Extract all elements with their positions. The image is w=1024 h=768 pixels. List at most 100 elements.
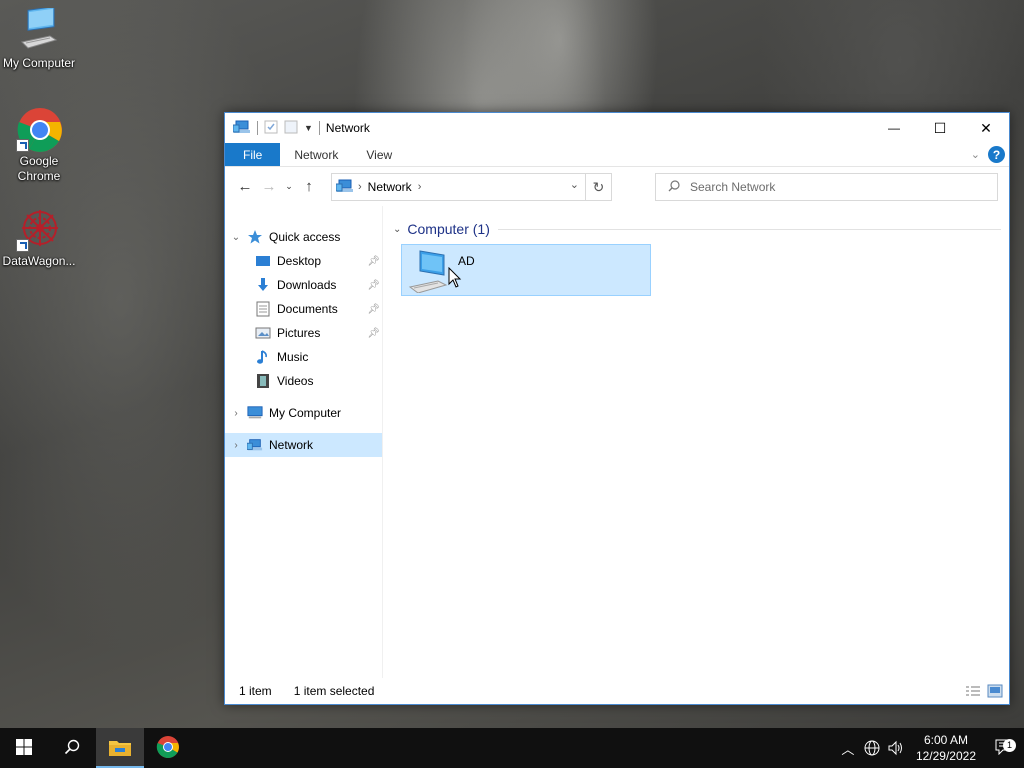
tree-item-quick-access[interactable]: ⌄ Quick access: [225, 225, 382, 249]
expand-chevron-right-icon[interactable]: ›: [225, 408, 247, 419]
large-icons-view-icon[interactable]: [987, 684, 1003, 701]
collapse-chevron-icon[interactable]: ⌄: [393, 224, 401, 235]
taskbar-file-explorer[interactable]: [96, 728, 144, 768]
chrome-icon: [156, 735, 180, 762]
arrow-right-icon: →: [261, 177, 277, 195]
tree-item-label: My Computer: [269, 406, 342, 420]
tree-item-label: Desktop: [277, 254, 322, 268]
tree-item-videos[interactable]: Videos: [225, 369, 382, 393]
back-button[interactable]: ←: [233, 174, 257, 198]
status-selection: 1 item selected: [293, 684, 375, 698]
quick-access-toolbar: ▼: [225, 113, 320, 143]
action-center-button[interactable]: 1: [984, 738, 1024, 758]
expand-ribbon-chevron-icon[interactable]: ⌄: [971, 148, 980, 161]
title-bar[interactable]: ▼ Network — ☐ ✕: [225, 113, 1009, 143]
toolbar-separator: [257, 121, 258, 135]
tab-view[interactable]: View: [352, 143, 406, 166]
system-tray: ︿ 6:00 AM 12/29/2022 1: [836, 728, 1024, 768]
tree-item-label: Pictures: [277, 326, 321, 340]
help-icon[interactable]: ?: [988, 146, 1005, 163]
search-input[interactable]: [690, 180, 980, 194]
show-hidden-icons-chevron-icon[interactable]: ︿: [836, 739, 860, 758]
breadcrumb-network[interactable]: Network: [368, 180, 412, 194]
file-item-ad[interactable]: AD: [401, 244, 651, 296]
star-icon: [247, 229, 263, 245]
refresh-icon: ↻: [592, 178, 605, 195]
computer-icon: [408, 249, 452, 296]
desktop-icon-datawagon[interactable]: DataWagon...: [1, 206, 77, 269]
tab-file[interactable]: File: [225, 143, 281, 166]
mouse-cursor-icon: [448, 266, 462, 292]
taskbar-google-chrome[interactable]: [144, 728, 192, 768]
pin-icon[interactable]: 📌︎: [367, 304, 380, 315]
search-button[interactable]: [48, 728, 96, 768]
arrow-up-icon: ↑: [305, 177, 313, 195]
breadcrumb-chevron-icon[interactable]: ›: [418, 181, 422, 193]
network-icon: [247, 437, 263, 453]
network-globe-icon[interactable]: [860, 740, 884, 756]
arrow-left-icon: ←: [237, 177, 253, 195]
documents-icon: [255, 301, 271, 317]
tree-item-pictures[interactable]: Pictures 📌︎: [225, 321, 382, 345]
datawagon-icon: [16, 206, 62, 252]
forward-button[interactable]: →: [257, 174, 281, 198]
pin-icon[interactable]: 📌︎: [367, 328, 380, 339]
search-icon: [668, 179, 680, 195]
tree-item-label: Videos: [277, 374, 314, 388]
minimize-icon: —: [888, 121, 900, 135]
window-title: Network: [325, 121, 370, 135]
tree-item-documents[interactable]: Documents 📌︎: [225, 297, 382, 321]
tree-item-label: Documents: [277, 302, 338, 316]
computer-icon: [247, 405, 263, 421]
file-item-name: AD: [458, 254, 475, 268]
address-bar[interactable]: › Network › ⌄ ↻: [331, 173, 612, 201]
search-icon: [64, 739, 80, 758]
shortcut-arrow-icon: [16, 139, 29, 152]
up-button[interactable]: ↑: [297, 174, 321, 198]
notification-count-badge: 1: [1003, 738, 1016, 752]
desktop-icon-label: DataWagon...: [2, 254, 76, 268]
desktop-folder-icon: [255, 253, 271, 269]
desktop-icon-my-computer[interactable]: My Computer: [1, 6, 77, 71]
file-explorer-icon: [108, 737, 132, 760]
maximize-icon: ☐: [933, 119, 947, 136]
start-button[interactable]: [0, 728, 48, 768]
group-header-computer[interactable]: ⌄ Computer (1): [389, 218, 1009, 240]
volume-icon[interactable]: [884, 740, 908, 756]
chrome-icon: [16, 106, 62, 152]
desktop-icon-label: Google Chrome: [17, 154, 61, 183]
network-icon: [335, 178, 354, 197]
details-view-icon[interactable]: [965, 684, 981, 701]
maximize-button[interactable]: ☐: [917, 113, 963, 143]
videos-icon: [255, 373, 271, 389]
clock[interactable]: 6:00 AM 12/29/2022: [908, 732, 984, 764]
desktop-icon-label: My Computer: [2, 56, 76, 70]
chevron-down-icon: ⌄: [285, 180, 293, 191]
new-folder-icon[interactable]: [284, 120, 298, 137]
tree-item-music[interactable]: Music: [225, 345, 382, 369]
tree-item-label: Music: [277, 350, 309, 364]
tree-item-my-computer[interactable]: › My Computer: [225, 401, 382, 425]
address-dropdown-icon[interactable]: ⌄: [570, 178, 579, 191]
expand-chevron-down-icon[interactable]: ⌄: [225, 232, 247, 243]
tree-item-downloads[interactable]: Downloads 📌︎: [225, 273, 382, 297]
properties-icon[interactable]: [264, 120, 278, 137]
tree-item-label: Network: [269, 438, 314, 452]
desktop-icon-google-chrome[interactable]: Google Chrome: [1, 106, 77, 184]
tab-network[interactable]: Network: [280, 143, 352, 166]
recent-locations-button[interactable]: ⌄: [281, 174, 297, 198]
pin-icon[interactable]: 📌︎: [367, 256, 380, 267]
tree-item-label: Quick access: [269, 230, 341, 244]
group-header-label: Computer (1): [407, 221, 490, 237]
customize-toolbar-dropdown-icon[interactable]: ▼: [304, 123, 313, 133]
tree-item-network[interactable]: › Network: [225, 433, 382, 457]
minimize-button[interactable]: —: [871, 113, 917, 143]
expand-chevron-right-icon[interactable]: ›: [225, 440, 247, 451]
tree-item-desktop[interactable]: Desktop 📌︎: [225, 249, 382, 273]
breadcrumb-chevron-icon[interactable]: ›: [358, 181, 362, 193]
search-box[interactable]: [655, 173, 998, 201]
pin-icon[interactable]: 📌︎: [367, 280, 380, 291]
navigation-bar: ← → ⌄ ↑ › Network › ⌄ ↻: [225, 167, 1009, 205]
refresh-button[interactable]: ↻: [585, 174, 611, 200]
close-button[interactable]: ✕: [963, 113, 1009, 143]
